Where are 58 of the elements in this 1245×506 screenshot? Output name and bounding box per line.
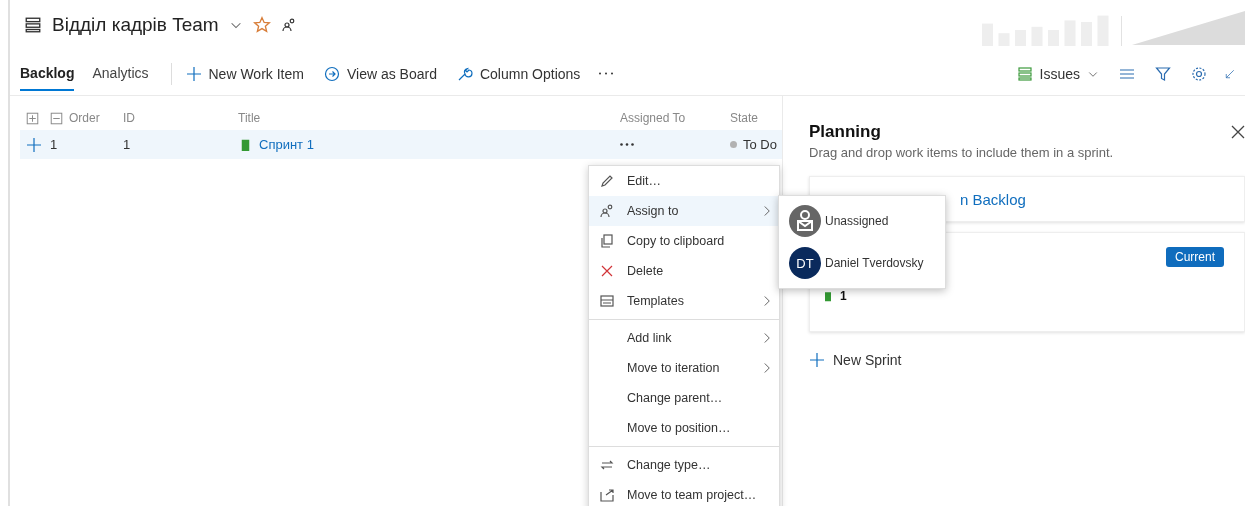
people-icon [599, 203, 615, 219]
collapse-arrow-icon [1225, 68, 1235, 79]
delete-icon [599, 263, 615, 279]
new-sprint-button[interactable]: New Sprint [809, 352, 902, 368]
column-header[interactable]: ID [123, 111, 238, 125]
backlog-icon [24, 16, 42, 34]
menu-item[interactable]: Edit… [589, 166, 779, 196]
toolbar-button[interactable]: Column Options [454, 61, 583, 86]
menu-item[interactable]: Change parent… [589, 383, 779, 413]
id-cell-text: 1 [123, 137, 132, 152]
level-dropdown[interactable]: Issues [1014, 61, 1101, 86]
pencil-icon [599, 173, 615, 189]
menu-item[interactable]: Assign to [589, 196, 779, 226]
work-item-link[interactable]: Спринт 1 [238, 137, 620, 152]
current-badge: Current [1166, 247, 1224, 267]
tab[interactable]: Analytics [92, 56, 149, 91]
arrow-circle-icon [323, 65, 340, 82]
menu-item[interactable]: Add link [589, 323, 779, 353]
column-header[interactable]: Assigned To [620, 111, 730, 125]
plus-icon [185, 65, 202, 82]
more-icon[interactable] [620, 143, 634, 146]
team-title[interactable]: Відділ кадрів Team [52, 14, 219, 36]
add-child-icon [26, 136, 42, 153]
people-icon [280, 17, 297, 33]
menu-item[interactable]: Move to position… [589, 413, 779, 443]
collapse-all-icon [50, 111, 63, 125]
copy-icon [599, 233, 615, 249]
tab[interactable]: Backlog [20, 56, 75, 91]
close-icon[interactable] [1231, 125, 1245, 139]
table-row[interactable]: 1 1 Спринт 1 To Do [20, 130, 782, 159]
wrench-icon [456, 65, 473, 82]
menu-item[interactable]: Templates [589, 286, 779, 316]
state-dot-icon [730, 141, 737, 148]
unassigned-avatar-icon [789, 205, 821, 237]
expand-all-icon [26, 111, 39, 125]
panel-title: Planning [809, 122, 881, 142]
work-item-count: 1 [822, 289, 1224, 303]
menu-item[interactable]: Move to iteration [589, 353, 779, 383]
settings-icon [1191, 65, 1207, 82]
toolbar-button[interactable]: View as Board [321, 61, 439, 86]
star-icon [252, 16, 271, 34]
order-cell-text: 1 [50, 137, 59, 152]
template-icon [599, 293, 615, 309]
menu-item[interactable]: Change type… [589, 450, 779, 480]
backlog-icon [1016, 65, 1033, 82]
more-icon[interactable] [598, 72, 615, 75]
plus-icon [809, 352, 825, 368]
user-avatar: DT [789, 247, 821, 279]
column-header[interactable]: State [730, 111, 782, 125]
menu-item[interactable]: Move to team project… [589, 480, 779, 506]
toolbar-button[interactable]: New Work Item [183, 61, 306, 86]
filter-icon [1155, 65, 1171, 82]
column-header[interactable]: Order [69, 111, 100, 125]
state-cell: To Do [730, 137, 782, 152]
column-header[interactable]: Title [238, 111, 620, 125]
export-icon [599, 487, 615, 503]
panel-subtitle: Drag and drop work items to include them in a sprint. [809, 145, 1115, 160]
card-title: n Backlog [960, 190, 1026, 208]
